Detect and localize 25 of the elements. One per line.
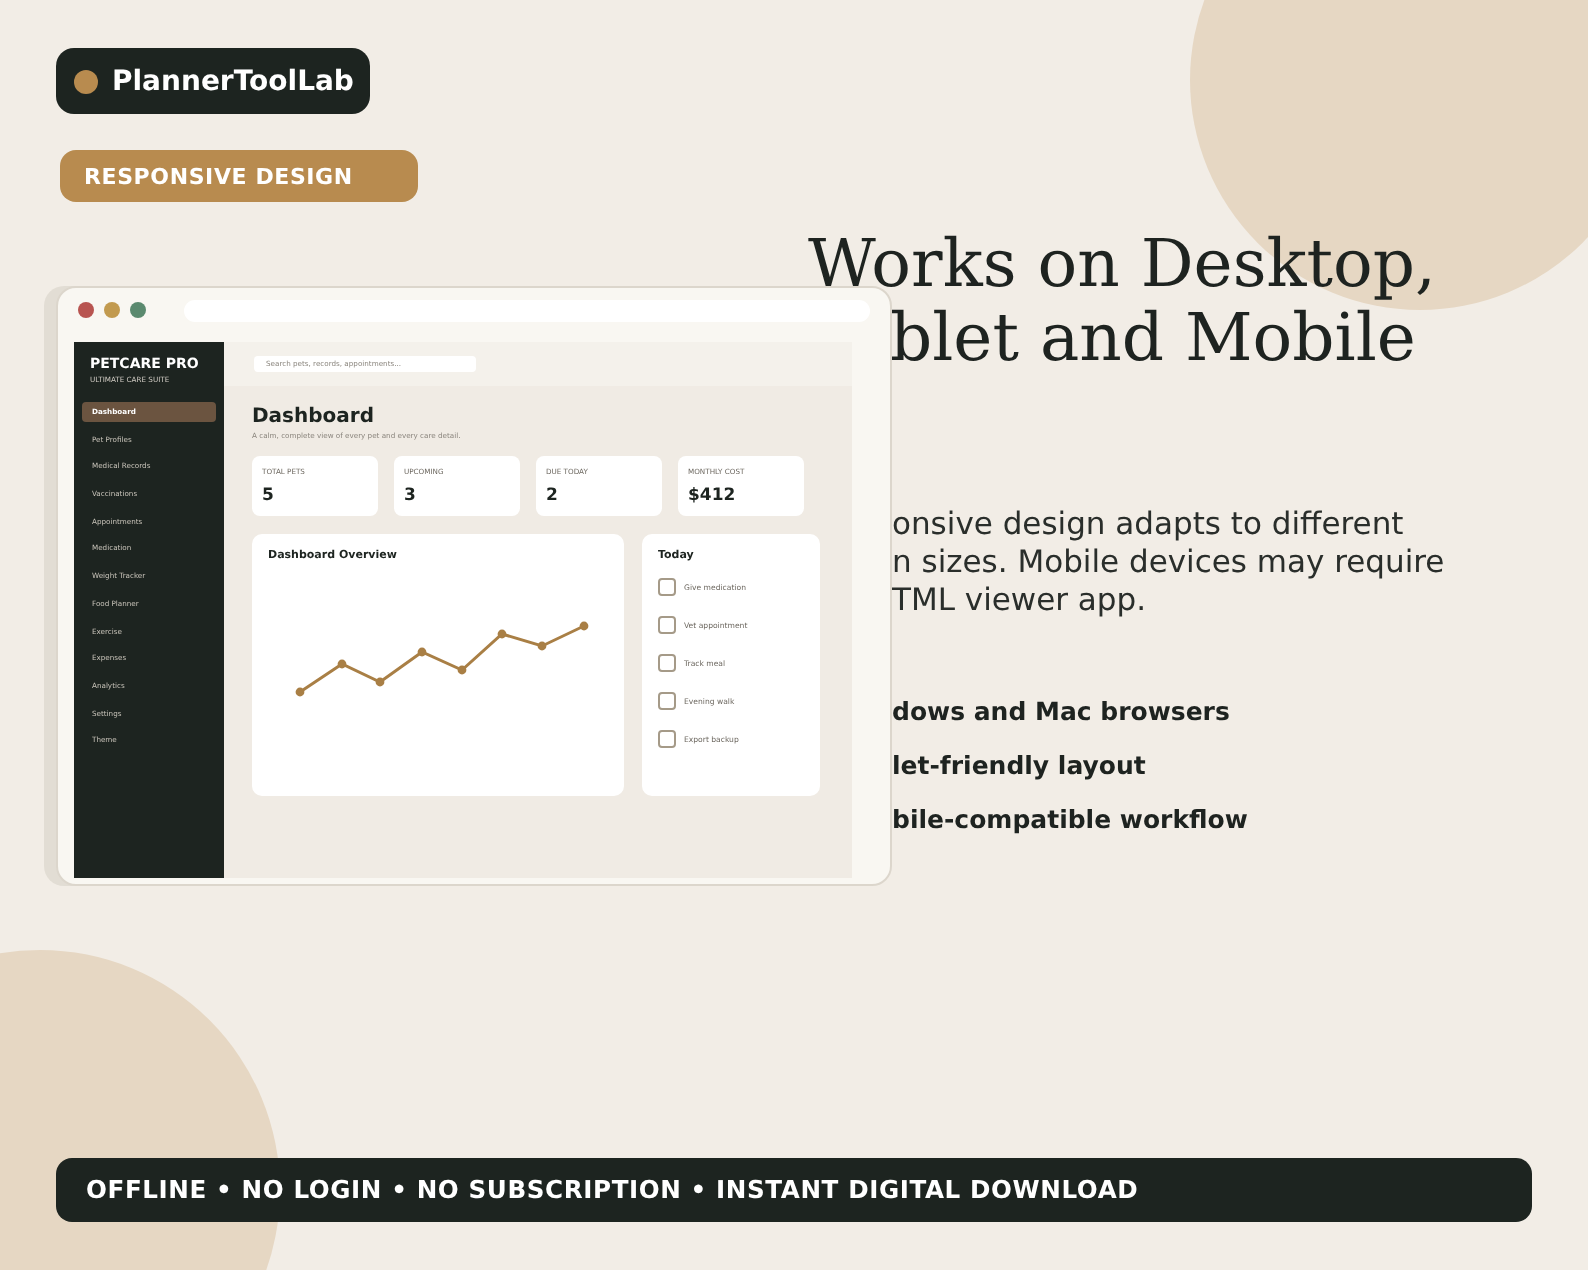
footer-banner: OFFLINE • NO LOGIN • NO SUBSCRIPTION • INSTANT DIGITAL DOWNLOAD xyxy=(56,1158,1532,1222)
window-dot-icon xyxy=(130,302,146,318)
feature-text: dows and Mac browsers xyxy=(892,696,1230,726)
brand-name: PlannerToolLab xyxy=(112,65,354,97)
feature-text: let-friendly layout xyxy=(892,750,1146,780)
headline: Works on Desktop, xyxy=(808,226,1437,300)
window-dot-icon xyxy=(78,302,94,318)
dot-icon xyxy=(74,69,98,93)
stat-value: $412 xyxy=(688,486,738,506)
page-title: Dashboard xyxy=(252,406,376,428)
feature-text: bile-compatible workflow xyxy=(892,804,1248,834)
checkbox[interactable] xyxy=(658,578,676,596)
stat-value: 2 xyxy=(546,486,560,506)
checkbox[interactable] xyxy=(658,692,676,710)
description-text: n sizes. Mobile devices may require xyxy=(892,544,1445,582)
checkbox[interactable] xyxy=(658,654,676,672)
stat-value: 3 xyxy=(404,486,418,506)
checkbox[interactable] xyxy=(658,616,676,634)
window-dot-icon xyxy=(104,302,120,318)
description-text: onsive design adapts to different xyxy=(892,506,1404,544)
stat-value: 5 xyxy=(262,486,276,506)
description-text: TML viewer app. xyxy=(892,582,1147,620)
feature-badge: RESPONSIVE DESIGN xyxy=(60,150,419,202)
checkbox[interactable] xyxy=(658,730,676,748)
headline: blet and Mobile xyxy=(890,300,1416,374)
